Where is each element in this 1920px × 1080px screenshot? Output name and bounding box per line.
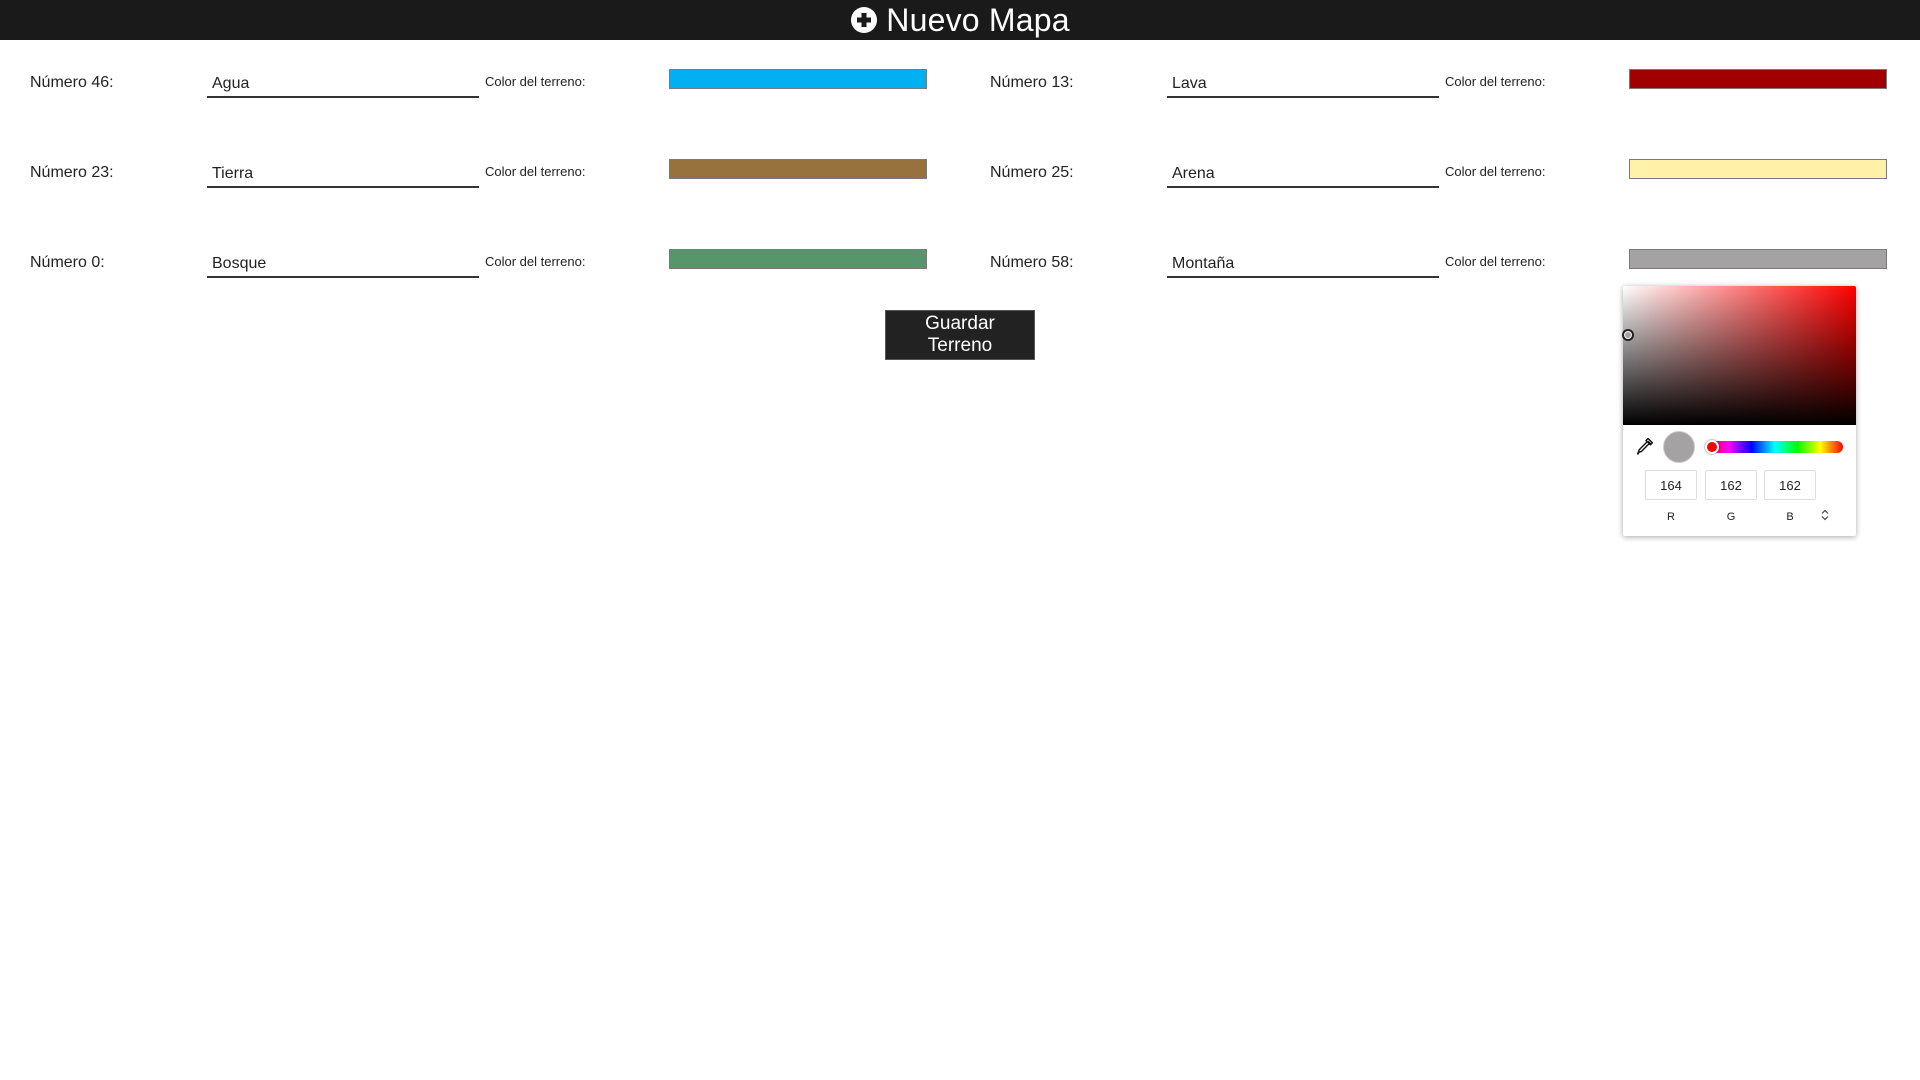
- color-picker: R G B: [1622, 286, 1856, 536]
- plus-circle-icon[interactable]: [850, 6, 878, 34]
- terrain-color-swatch[interactable]: [1629, 249, 1887, 269]
- terrain-color-swatch[interactable]: [669, 159, 927, 179]
- terrain-row: Número 46: Color del terreno:: [0, 68, 960, 112]
- terrain-name-input[interactable]: [1167, 68, 1439, 98]
- terrain-color-label: Color del terreno:: [1445, 164, 1546, 179]
- terrain-number-label: Número 58:: [990, 254, 1074, 271]
- terrain-number-label: Número 13:: [990, 74, 1074, 91]
- terrain-number-label: Número 46:: [30, 74, 114, 91]
- terrain-color-swatch[interactable]: [1629, 69, 1887, 89]
- terrain-row: Número 0: Color del terreno:: [0, 248, 960, 292]
- saturation-value-area[interactable]: [1622, 286, 1856, 425]
- terrain-color-label: Color del terreno:: [1445, 254, 1546, 269]
- green-channel-label: G: [1726, 511, 1736, 523]
- green-channel-input[interactable]: [1705, 470, 1757, 500]
- terrain-color-label: Color del terreno:: [485, 74, 586, 89]
- terrain-color-swatch[interactable]: [1629, 159, 1887, 179]
- terrain-row: Número 23: Color del terreno:: [0, 158, 960, 202]
- up-down-arrows-icon[interactable]: [1818, 508, 1832, 524]
- terrain-row: Número 25: Color del terreno:: [960, 158, 1920, 202]
- terrain-name-input[interactable]: [207, 158, 479, 188]
- terrain-color-label: Color del terreno:: [485, 164, 586, 179]
- terrain-color-swatch[interactable]: [669, 249, 927, 269]
- blue-channel-label: B: [1786, 511, 1794, 523]
- red-channel-input[interactable]: [1645, 470, 1697, 500]
- eyedropper-icon[interactable]: [1636, 438, 1654, 456]
- terrain-name-input[interactable]: [207, 68, 479, 98]
- terrain-number-label: Número 25:: [990, 164, 1074, 181]
- page-title: Nuevo Mapa: [886, 2, 1070, 38]
- terrain-row: Número 13: Color del terreno:: [960, 68, 1920, 112]
- header: Nuevo Mapa: [850, 0, 1070, 40]
- saturation-value-handle[interactable]: [1622, 329, 1634, 341]
- hue-slider-handle[interactable]: [1705, 440, 1719, 454]
- save-terrain-button[interactable]: Guardar Terreno: [885, 310, 1035, 360]
- red-channel-label: R: [1667, 511, 1675, 523]
- terrain-color-label: Color del terreno:: [485, 254, 586, 269]
- terrain-color-label: Color del terreno:: [1445, 74, 1546, 89]
- terrain-name-input[interactable]: [1167, 158, 1439, 188]
- blue-channel-input[interactable]: [1764, 470, 1816, 500]
- top-bar: Nuevo Mapa: [0, 0, 1920, 40]
- color-preview: [1663, 431, 1695, 463]
- terrain-color-swatch[interactable]: [669, 69, 927, 89]
- hue-slider[interactable]: [1705, 440, 1843, 454]
- terrain-number-label: Número 0:: [30, 254, 105, 271]
- terrain-number-label: Número 23:: [30, 164, 114, 181]
- terrain-name-input[interactable]: [207, 248, 479, 278]
- terrain-name-input[interactable]: [1167, 248, 1439, 278]
